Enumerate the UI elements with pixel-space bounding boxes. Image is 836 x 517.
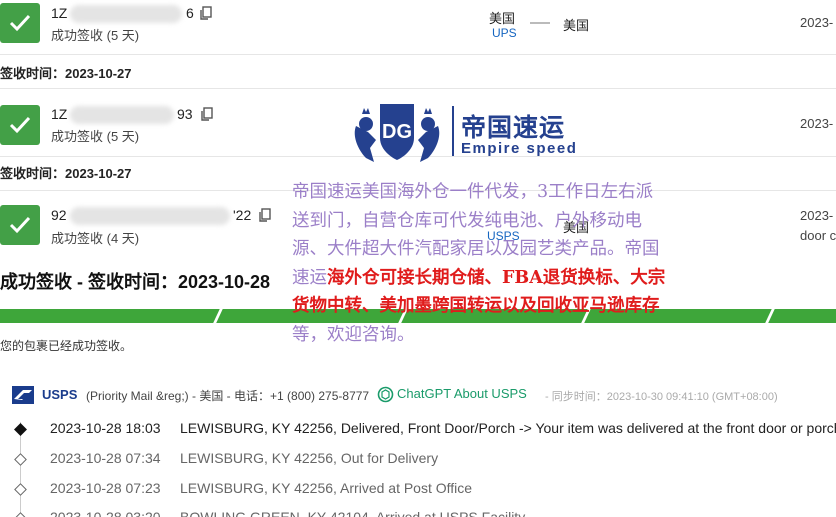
delivery-status: 成功签收 (4 天) [51, 231, 140, 246]
destination-country: 美国 [563, 18, 590, 33]
event-time: 2023-10-28 03:20 [50, 509, 161, 517]
tracking-number-suffix[interactable]: 93 [177, 106, 193, 122]
sign-time-label: 签收时间：2023-10-27 [0, 166, 132, 181]
event-description: LEWISBURG, KY 42256, Out for Delivery [180, 450, 439, 466]
row-divider [0, 88, 836, 89]
tracking-number-suffix[interactable]: 6 [186, 5, 194, 21]
timeline-event: 2023-10-28 18:03 LEWISBURG, KY 42256, De… [0, 420, 836, 442]
carrier-info: (Priority Mail &reg;) - 美国 - 电话：+1 (800)… [86, 389, 370, 403]
timeline-dot-icon [14, 512, 27, 517]
event-time: 2023-10-28 07:34 [50, 450, 161, 466]
timeline-event: 2023-10-28 03:20 BOWLING GREEN, KY 42104… [0, 509, 836, 517]
sync-time: - 同步时间：2023-10-30 09:41:10 (GMT+08:00) [545, 391, 778, 403]
event-time: 2023-10-28 07:23 [50, 480, 161, 496]
watermark-ad-text: 帝国速运美国海外仓一件代发，3工作日左右派送到门，自营仓库可代发纯电池、户外移动… [292, 178, 670, 349]
copy-icon[interactable] [258, 208, 271, 222]
ad-text-highlight: 海外仓可接长期仓储、FBA退货换标、大宗货物中转、美加墨跨国转运以及回收亚马逊库… [292, 267, 666, 317]
event-description: BOWLING GREEN, KY 42104, Arrived at USPS… [180, 509, 526, 517]
progress-stripe [210, 309, 225, 323]
timeline-dot-icon [14, 453, 27, 466]
success-check-icon [0, 105, 40, 145]
copy-icon[interactable] [200, 107, 213, 121]
success-check-icon [0, 205, 40, 245]
timeline-dot-icon [14, 423, 27, 436]
tracking-redaction [70, 5, 182, 23]
timeline-event: 2023-10-28 07:23 LEWISBURG, KY 42256, Ar… [0, 480, 836, 502]
carrier-line: USPS (Priority Mail &reg;) - 美国 - 电话：+1 … [0, 384, 836, 406]
progress-stripe [762, 309, 777, 323]
delivery-status: 成功签收 (5 天) [51, 28, 140, 43]
tracking-number-prefix[interactable]: 1Z [51, 5, 67, 21]
row-divider [0, 54, 836, 55]
tracking-redaction [70, 106, 174, 124]
delivered-message: 您的包裹已经成功签收。 [0, 339, 133, 353]
success-check-icon [0, 3, 40, 43]
usps-eagle-icon [12, 386, 34, 404]
event-date: 2023- [800, 15, 834, 30]
carrier-link[interactable]: UPS [492, 26, 517, 40]
origin-country: 美国 [489, 11, 516, 26]
event-date: 2023- [800, 208, 834, 223]
chatgpt-icon[interactable] [377, 386, 394, 403]
tracking-number-suffix[interactable]: '22 [233, 207, 251, 223]
ad-text-part-2: 等，欢迎咨询。 [292, 324, 415, 345]
event-date-sub: door c [800, 228, 836, 243]
sign-time-label: 签收时间：2023-10-27 [0, 66, 132, 81]
detail-title: 成功签收 - 签收时间：2023-10-28 [0, 272, 271, 292]
logo-letters: DG [382, 121, 412, 143]
carrier-name[interactable]: USPS [42, 387, 77, 402]
brand-name-en: Empire speed [461, 140, 578, 157]
event-description: LEWISBURG, KY 42256, Delivered, Front Do… [180, 420, 836, 436]
event-description: LEWISBURG, KY 42256, Arrived at Post Off… [180, 480, 473, 496]
package-row-1[interactable]: 1Z 6 成功签收 (5 天) 美国 UPS 美国 2023- [0, 0, 836, 56]
tracking-redaction [70, 207, 230, 225]
route-arrow-icon [530, 22, 550, 24]
brand-name-cn: 帝国速运 [461, 114, 566, 142]
timeline-event: 2023-10-28 07:34 LEWISBURG, KY 42256, Ou… [0, 450, 836, 472]
copy-icon[interactable] [199, 6, 212, 20]
chatgpt-link[interactable]: ChatGPT About USPS [397, 386, 527, 401]
delivery-status: 成功签收 (5 天) [51, 129, 140, 144]
tracking-number-prefix[interactable]: 92 [51, 207, 67, 223]
timeline-dot-icon [14, 483, 27, 496]
event-date: 2023- [800, 116, 834, 131]
tracking-number-prefix[interactable]: 1Z [51, 106, 67, 122]
event-time: 2023-10-28 18:03 [50, 420, 161, 436]
